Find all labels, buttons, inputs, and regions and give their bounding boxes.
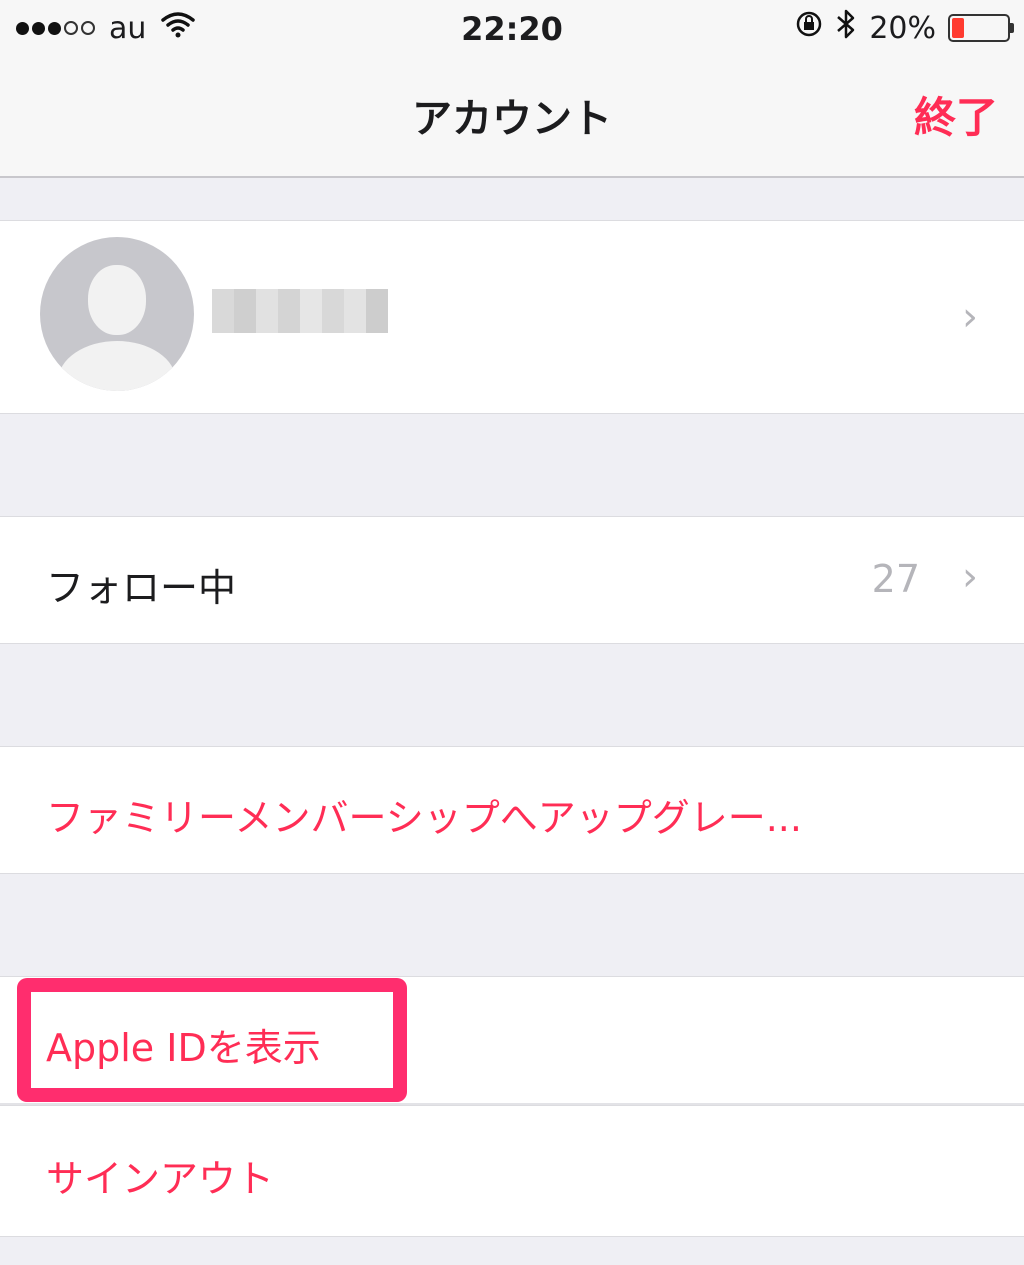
sign-out-cell[interactable]: サインアウト bbox=[0, 1105, 1024, 1237]
profile-cell[interactable]: › bbox=[0, 220, 1024, 414]
avatar bbox=[40, 237, 194, 391]
following-cell[interactable]: フォロー中 27 › bbox=[0, 516, 1024, 644]
family-upgrade-cell[interactable]: ファミリーメンバーシップへアップグレー... bbox=[0, 746, 1024, 874]
sign-out-label: サインアウト bbox=[46, 1157, 275, 1201]
following-count: 27 bbox=[871, 557, 920, 601]
done-button[interactable]: 終了 bbox=[914, 84, 998, 145]
navigation-bar: アカウント 終了 bbox=[0, 56, 1024, 178]
family-upgrade-label: ファミリーメンバーシップへアップグレー... bbox=[46, 796, 802, 840]
following-label: フォロー中 bbox=[46, 566, 237, 610]
page-title: アカウント bbox=[412, 96, 612, 142]
status-bar: au 22:20 20% bbox=[0, 0, 1024, 56]
battery-percent: 20% bbox=[869, 10, 936, 46]
bluetooth-icon bbox=[835, 8, 857, 48]
highlight-box bbox=[17, 978, 407, 1102]
battery-icon bbox=[948, 14, 1014, 42]
rotation-lock-icon bbox=[795, 10, 823, 46]
status-bar-right: 20% bbox=[795, 8, 1014, 48]
redacted-user-name bbox=[212, 289, 388, 333]
battery-level-fill bbox=[952, 18, 964, 38]
chevron-right-icon: › bbox=[962, 294, 978, 340]
chevron-right-icon: › bbox=[962, 554, 978, 600]
